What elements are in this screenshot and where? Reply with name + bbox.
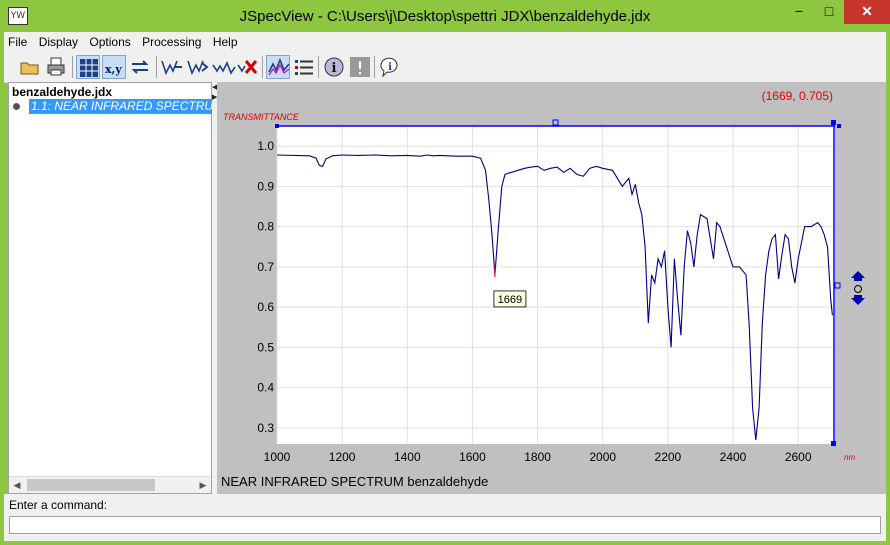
tree-root-file[interactable]: benzaldehyde.jdx — [12, 85, 112, 99]
tree-item-spectrum[interactable]: 1.1: NEAR INFRARED SPECTRUM benzaldehyde — [29, 99, 213, 114]
tree-bullet-icon — [13, 103, 20, 110]
menu-display[interactable]: Display — [35, 32, 82, 49]
scroll-right-icon[interactable]: ▶ — [195, 477, 211, 493]
spectra-tree: benzaldehyde.jdx 1.1: NEAR INFRARED SPEC… — [8, 82, 213, 494]
coordinates-icon[interactable]: x,y — [102, 55, 126, 79]
x-tick-label: 1000 — [264, 450, 291, 464]
y-tick-label: 1.0 — [257, 139, 274, 153]
y-axis-label: TRANSMITTANCE — [223, 112, 300, 122]
x-tick-label: 2200 — [655, 450, 682, 464]
axis-handle[interactable] — [831, 120, 836, 125]
integration-list-icon[interactable] — [292, 55, 316, 79]
clear-views-icon[interactable] — [236, 55, 260, 79]
x-tick-label: 2000 — [589, 450, 616, 464]
scale-down-icon[interactable] — [851, 298, 865, 305]
axis-handle[interactable] — [275, 124, 279, 128]
tree-horizontal-scrollbar[interactable]: ◀ ▶ — [9, 476, 211, 493]
y-tick-label: 0.7 — [257, 260, 274, 274]
axis-handle[interactable] — [831, 441, 836, 446]
maximize-button[interactable]: □ — [814, 0, 844, 24]
scale-up-bar — [854, 278, 862, 281]
grid-icon[interactable] — [76, 55, 100, 79]
command-bar: Enter a command: — [4, 494, 886, 541]
menu-processing[interactable]: Processing — [138, 32, 205, 49]
spectrum-chart[interactable]: 1000 1200 1400 1600 1800 2000 2200 2400 2600 0.3… — [217, 82, 886, 494]
open-folder-icon[interactable] — [18, 55, 42, 79]
spectrum-title: NEAR INFRARED SPECTRUM benzaldehyde — [221, 474, 488, 489]
y-tick-label: 0.8 — [257, 220, 274, 234]
x-tick-label: 1400 — [394, 450, 421, 464]
menu-options[interactable]: Options — [85, 32, 134, 49]
svg-text:i: i — [388, 62, 392, 73]
axis-handle[interactable] — [834, 282, 841, 289]
x-tick-label: 1800 — [524, 450, 551, 464]
menu-bar: File Display Options Processing Help — [4, 32, 886, 52]
y-tick-label: 0.9 — [257, 179, 274, 193]
next-view-icon[interactable] — [186, 55, 210, 79]
scroll-thumb[interactable] — [27, 479, 155, 491]
x-tick-label: 1600 — [459, 450, 486, 464]
x-axis-label: nm — [844, 453, 855, 462]
menu-file[interactable]: File — [4, 32, 31, 49]
minimize-button[interactable]: − — [784, 0, 814, 24]
coordinates-label: x,y — [105, 63, 122, 76]
previous-view-icon[interactable] — [160, 55, 184, 79]
reset-view-icon[interactable] — [212, 55, 236, 79]
y-tick-label: 0.5 — [257, 340, 274, 354]
about-icon[interactable]: i — [378, 55, 402, 79]
axis-handle[interactable] — [837, 124, 841, 128]
overlay-spectra-icon[interactable] — [266, 55, 290, 79]
cursor-readout: (1669, 0.705) — [762, 89, 833, 103]
window-title: JSpecView - C:\Users\j\Desktop\spettri J… — [239, 8, 651, 25]
header-info-icon[interactable]: i — [322, 55, 346, 79]
x-tick-label: 2600 — [785, 450, 812, 464]
toolbar: x,y i i — [4, 52, 886, 83]
title-bar[interactable]: YW JSpecView - C:\Users\j\Desktop\spettr… — [0, 0, 890, 32]
menu-help[interactable]: Help — [209, 32, 242, 49]
close-button[interactable]: ✕ — [844, 0, 890, 24]
print-icon[interactable] — [44, 55, 68, 79]
scroll-left-icon[interactable]: ◀ — [9, 477, 25, 493]
plot-area[interactable] — [277, 126, 835, 444]
y-tick-label: 0.4 — [257, 381, 274, 395]
svg-text:i: i — [332, 61, 337, 76]
y-tick-label: 0.3 — [257, 421, 274, 435]
reverse-plot-icon[interactable] — [128, 55, 152, 79]
command-input[interactable] — [9, 516, 881, 534]
peak-label: 1669 — [498, 294, 522, 306]
scale-down-bar — [854, 295, 862, 298]
axis-handle[interactable] — [552, 119, 559, 126]
spectrum-plot-panel[interactable]: 1000 1200 1400 1600 1800 2000 2200 2400 2600 0.3… — [217, 82, 886, 494]
exclamation-icon[interactable] — [348, 55, 372, 79]
scale-up-icon[interactable] — [851, 271, 865, 278]
scale-reset-icon[interactable] — [854, 285, 862, 293]
command-label: Enter a command: — [9, 498, 108, 512]
y-tick-label: 0.6 — [257, 300, 274, 314]
x-tick-label: 1200 — [329, 450, 356, 464]
x-tick-label: 2400 — [720, 450, 747, 464]
